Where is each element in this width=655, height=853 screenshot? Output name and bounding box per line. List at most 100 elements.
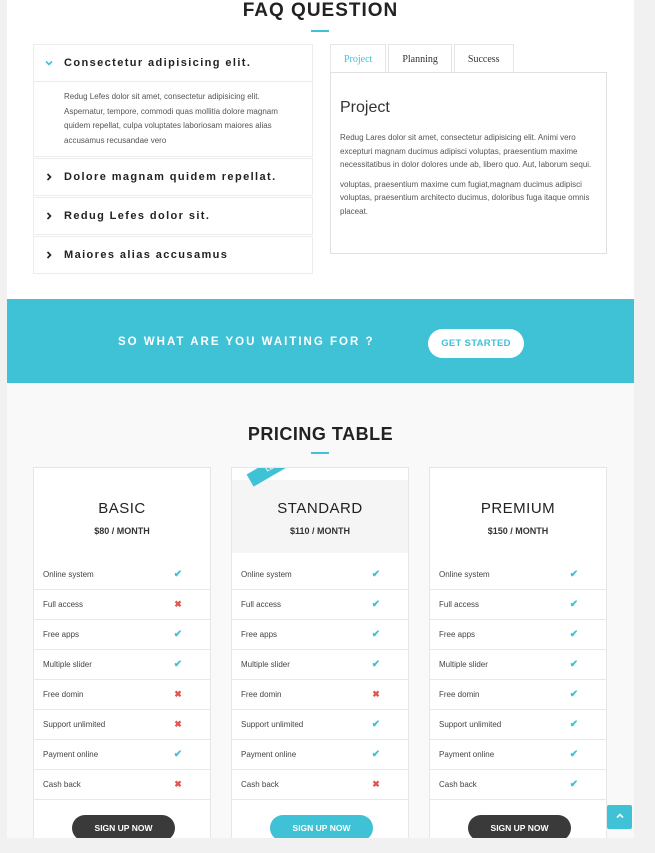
check-icon: ✔ [569,749,579,760]
plan-name: PREMIUM [480,500,556,517]
cross-icon: ✖ [174,689,182,699]
feature-label: Full access [241,600,282,609]
tab-panel-paragraph: voluptas, praesentium maxime cum fugiat,… [340,179,590,216]
faq-question: Dolore magnam quidem repellat. [64,171,277,183]
feature-label: Free apps [439,630,476,639]
plan-price: $110 / MONTH [289,526,351,536]
pricing-title: PRICING TABLE [247,424,394,444]
plan-card-standard: STANDARD $110 / MONTH LE Online system ✔ F… [231,467,409,838]
check-icon: ✔ [569,629,579,640]
feature-row: Multiple slider ✔ [430,650,606,680]
sign-up-button[interactable]: SIGN UP NOW [270,815,373,838]
faq-answer: Redug Lefes dolor sit amet, consectetur … [34,81,312,156]
page: FAQ QUESTION Consectetur adipisicing eli… [7,0,634,838]
faq-title: FAQ QUESTION [242,0,399,21]
plan-name: STANDARD [277,500,363,517]
tab-panel: Project Redug Lares dolor sit amet, cons… [330,72,607,254]
feature-row: Support unlimited ✔ [430,710,606,740]
sign-up-button[interactable]: SIGN UP NOW [72,815,175,838]
tab-success[interactable]: Success [453,44,514,73]
plan-header: BASIC $80 / MONTH [34,468,210,553]
check-icon: ✔ [569,659,579,670]
tab-bar: Project Planning Success [330,44,516,73]
check-icon: ✔ [173,659,183,670]
feature-row: Cash back ✖ [34,770,210,800]
faq-item-1[interactable]: Consectetur adipisicing elit. Redug Lefe… [33,44,313,157]
check-icon: ✔ [371,629,381,640]
feature-label: Cash back [241,780,279,789]
get-started-button[interactable]: GET STARTED [428,329,524,358]
chevron-right-icon [34,250,64,260]
check-icon: ✔ [173,569,183,580]
faq-item-4-header[interactable]: Maiores alias accusamus [34,237,312,273]
feature-row: Full access ✖ [34,590,210,620]
plan-card-basic: BASIC $80 / MONTH Online system ✔ Full acc… [33,467,211,838]
feature-label: Free apps [241,630,278,639]
feature-row: Free apps ✔ [430,620,606,650]
feature-row: Multiple slider ✔ [34,650,210,680]
feature-label: Cash back [439,780,477,789]
chevron-right-icon [34,172,64,182]
cta-text: SO WHAT ARE YOU WAITING FOR ? [118,336,375,348]
feature-label: Support unlimited [439,720,502,729]
check-icon: ✔ [173,629,183,640]
tab-planning[interactable]: Planning [388,44,452,73]
plan-card-premium: PREMIUM $150 / MONTH Online system ✔ Full … [429,467,607,838]
cta-banner: SO WHAT ARE YOU WAITING FOR ? GET STARTE… [7,299,634,383]
plan-header: PREMIUM $150 / MONTH [430,468,606,553]
feature-list: Online system ✔ Full access ✔ Free apps ✔ Mult… [232,560,408,800]
feature-row: Online system ✔ [430,560,606,590]
feature-row: Multiple slider ✔ [232,650,408,680]
feature-label: Free apps [43,630,80,639]
tab-project[interactable]: Project [330,44,387,73]
feature-label: Support unlimited [241,720,304,729]
feature-row: Full access ✔ [430,590,606,620]
plan-header: STANDARD $110 / MONTH [232,480,408,553]
check-icon: ✔ [569,569,579,580]
feature-row: Online system ✔ [232,560,408,590]
feature-label: Multiple slider [241,660,290,669]
feature-row: Free apps ✔ [232,620,408,650]
plan-name: BASIC [98,500,146,517]
feature-list: Online system ✔ Full access ✔ Free apps ✔ Mult… [430,560,606,800]
sign-up-button[interactable]: SIGN UP NOW [468,815,571,838]
feature-row: Payment online ✔ [430,740,606,770]
faq-item-4[interactable]: Maiores alias accusamus [33,236,313,274]
feature-row: Payment online ✔ [232,740,408,770]
check-icon: ✔ [569,719,579,730]
check-icon: ✔ [173,749,183,760]
faq-item-1-header[interactable]: Consectetur adipisicing elit. [34,45,312,81]
cross-icon: ✖ [372,779,380,789]
plan-price: $80 / MONTH [94,526,150,536]
check-icon: ✔ [569,599,579,610]
faq-question: Maiores alias accusamus [64,249,229,261]
feature-row: Free apps ✔ [34,620,210,650]
cross-icon: ✖ [174,779,182,789]
pricing-title-underline [311,452,329,454]
feature-label: Multiple slider [43,660,92,669]
feature-label: Online system [241,570,292,579]
feature-row: Full access ✔ [232,590,408,620]
plan-price: $150 / MONTH [487,526,549,536]
feature-row: Payment online ✔ [34,740,210,770]
feature-label: Free domin [439,690,480,699]
feature-label: Cash back [43,780,81,789]
back-to-top-button[interactable] [607,805,632,829]
faq-item-2[interactable]: Dolore magnam quidem repellat. [33,158,313,196]
feature-label: Free domin [43,690,84,699]
faq-title-underline [311,30,329,32]
faq-question: Consectetur adipisicing elit. [64,57,252,69]
check-icon: ✔ [371,569,381,580]
feature-label: Online system [439,570,490,579]
check-icon: ✔ [371,659,381,670]
feature-label: Multiple slider [439,660,488,669]
feature-list: Online system ✔ Full access ✖ Free apps ✔ Mult… [34,560,210,800]
feature-label: Payment online [439,750,495,759]
chevron-right-icon [34,211,64,221]
faq-item-2-header[interactable]: Dolore magnam quidem repellat. [34,159,312,195]
faq-item-3-header[interactable]: Redug Lefes dolor sit. [34,198,312,234]
tab-panel-heading: Project [340,99,390,116]
feature-label: Payment online [43,750,99,759]
check-icon: ✔ [569,689,579,700]
faq-item-3[interactable]: Redug Lefes dolor sit. [33,197,313,235]
